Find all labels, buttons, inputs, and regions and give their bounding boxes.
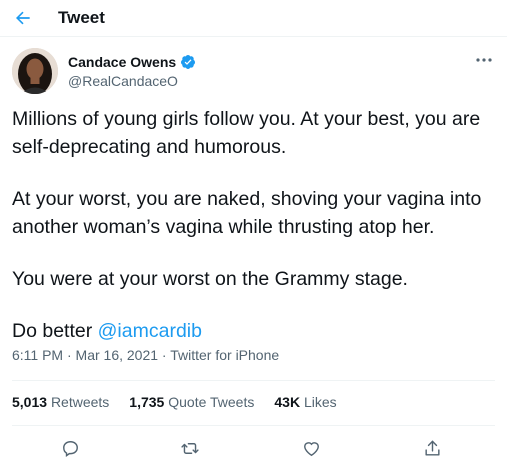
arrow-left-icon[interactable] [12, 7, 34, 29]
quote-tweets-stat[interactable]: 1,735 Quote Tweets [129, 394, 254, 410]
verified-badge-icon [180, 54, 196, 70]
quote-tweets-label: Quote Tweets [168, 394, 255, 410]
tweet-last-line: Do better @iamcardib [12, 317, 493, 345]
reply-icon[interactable] [59, 437, 81, 459]
tweet-paragraph: At your worst, you are naked, shoving yo… [12, 188, 482, 238]
like-icon[interactable] [300, 437, 322, 459]
author-row: Candace Owens @RealCandaceO [12, 48, 495, 94]
more-options-icon[interactable] [473, 52, 495, 68]
retweet-icon[interactable] [179, 437, 201, 459]
likes-stat[interactable]: 43K Likes [274, 394, 336, 410]
divider [12, 425, 495, 426]
share-icon[interactable] [421, 437, 443, 459]
quote-tweets-count: 1,735 [129, 394, 165, 410]
action-bar [12, 437, 495, 459]
handle[interactable]: @RealCandaceO [68, 73, 196, 89]
tweet-text: Millions of young girls follow you. At y… [12, 105, 493, 369]
likes-label: Likes [303, 394, 337, 410]
tweet-stats: 5,013 Retweets 1,735 Quote Tweets 43K Li… [12, 394, 357, 410]
divider [12, 380, 495, 381]
avatar[interactable] [12, 48, 58, 94]
retweets-count: 5,013 [12, 394, 48, 410]
likes-count: 43K [274, 394, 301, 410]
tweet-meta[interactable]: 6:11 PM · Mar 16, 2021 · Twitter for iPh… [12, 347, 279, 363]
tweet-paragraph: You were at your worst on the Grammy sta… [12, 268, 408, 290]
tweet-paragraph: Millions of young girls follow you. At y… [12, 108, 481, 158]
tweet-last-line-text: Do better [12, 320, 98, 342]
top-bar: Tweet [0, 0, 507, 37]
mention-link[interactable]: @iamcardib [98, 320, 202, 342]
retweets-label: Retweets [50, 394, 110, 410]
page-title: Tweet [58, 8, 105, 27]
retweets-stat[interactable]: 5,013 Retweets [12, 394, 109, 410]
display-name[interactable]: Candace Owens [68, 54, 176, 70]
